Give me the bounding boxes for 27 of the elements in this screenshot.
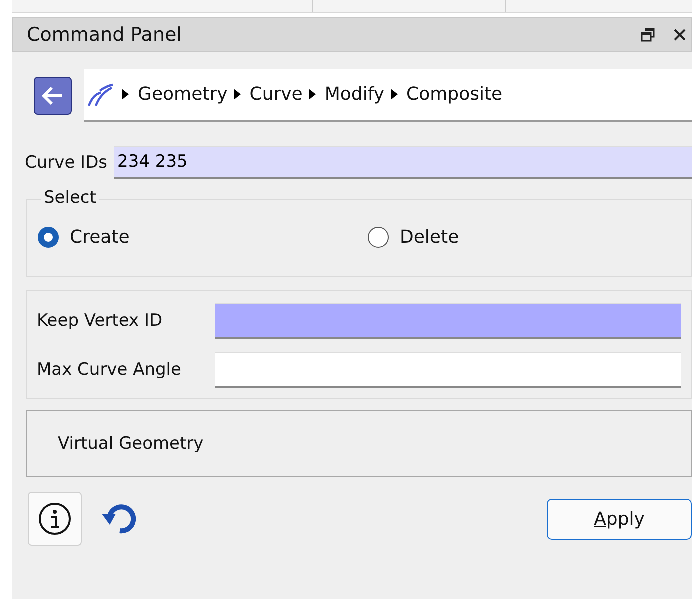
breadcrumb-item[interactable]: Composite (406, 84, 503, 105)
field-label: Curve IDs (25, 152, 108, 172)
back-button[interactable] (34, 76, 72, 114)
caret-icon (122, 89, 129, 100)
float-window-icon[interactable] (641, 28, 655, 42)
field-label: Keep Vertex ID (37, 311, 164, 331)
radio-option[interactable]: Delete (368, 227, 460, 248)
radio-label: Create (70, 227, 130, 248)
section-title: Virtual Geometry (58, 434, 204, 454)
field-label: Max Curve Angle (37, 360, 182, 380)
radio-label: Delete (400, 227, 460, 248)
caret-icon (308, 89, 316, 100)
input-field[interactable] (215, 303, 681, 339)
breadcrumb-item[interactable]: Geometry (138, 84, 228, 105)
apply-button[interactable]: Apply (547, 498, 692, 540)
breadcrumb-item[interactable]: Curve (250, 84, 303, 105)
input-field[interactable] (215, 352, 681, 388)
caret-icon (390, 89, 398, 100)
close-icon[interactable] (673, 28, 687, 42)
radio-option[interactable]: Create (27, 227, 368, 248)
curve-icon (86, 82, 116, 108)
caret-icon (234, 89, 241, 100)
info-button[interactable] (28, 492, 82, 546)
breadcrumb-item[interactable]: Modify (324, 84, 385, 105)
info-icon (38, 502, 72, 536)
panel-title: Command Panel (27, 24, 183, 46)
curve-ids-field[interactable]: 234 235 (114, 146, 692, 179)
